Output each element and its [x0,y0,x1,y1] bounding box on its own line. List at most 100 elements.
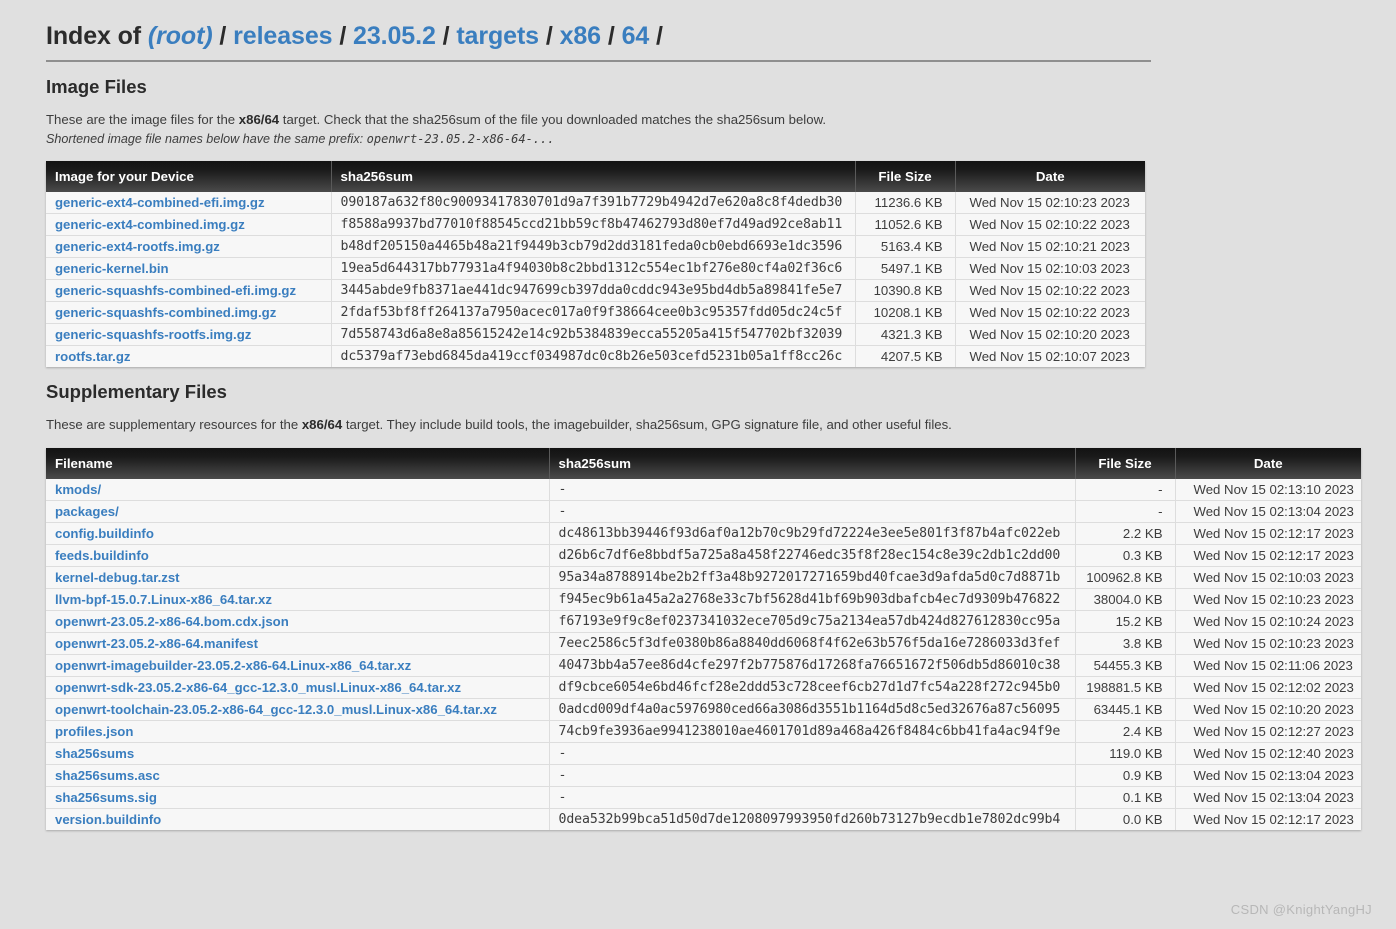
file-link[interactable]: version.buildinfo [55,812,161,827]
file-size-cell: 10208.1 KB [855,300,956,323]
file-date-cell: Wed Nov 15 02:10:23 2023 [1175,588,1361,611]
file-link[interactable]: generic-squashfs-combined-efi.img.gz [55,283,296,298]
file-link[interactable]: feeds.buildinfo [55,548,149,563]
table-row: generic-ext4-combined.img.gz f8588a9937bd… [46,212,1145,235]
table-row: openwrt-imagebuilder-23.05.2-x86-64.Linu… [46,654,1361,677]
file-link[interactable]: openwrt-23.05.2-x86-64.bom.cdx.json [55,614,289,629]
file-name-cell: generic-squashfs-combined-efi.img.gz [46,278,332,301]
supplementary-files-table: Filename sha256sum File Size Date kmods/… [46,448,1361,830]
file-link[interactable]: generic-ext4-rootfs.img.gz [55,239,220,254]
file-link[interactable]: rootfs.tar.gz [55,349,130,364]
supp-table-header-row: Filename sha256sum File Size Date [46,448,1361,479]
image-note-text: Shortened image file names below have th… [46,131,367,146]
image-desc-target: x86/64 [238,112,280,127]
sha256sum-cell: df9cbce6054e6bd46fcf28e2ddd53c728ceef6cb… [549,676,1076,699]
supp-col-hash: sha256sum [549,448,1076,479]
file-name-cell: config.buildinfo [46,522,550,545]
file-date-cell: Wed Nov 15 02:12:17 2023 [1175,544,1361,567]
file-link[interactable]: sha256sums.asc [55,768,160,783]
breadcrumb-separator: / [442,22,450,50]
sha256sum-cell: - [549,500,1076,523]
supp-desc-part2: target. They include build tools, the im… [342,416,952,432]
sha256sum-cell: - [549,786,1076,809]
file-link[interactable]: kernel-debug.tar.zst [55,570,180,585]
file-link[interactable]: generic-ext4-combined-efi.img.gz [55,195,265,210]
file-size-cell: 5163.4 KB [855,234,956,257]
file-link[interactable]: kmods/ [55,482,101,497]
file-link[interactable]: generic-squashfs-rootfs.img.gz [55,327,251,342]
breadcrumb-item-targets[interactable]: targets [456,22,539,50]
table-row: kernel-debug.tar.zst 95a34a8788914be2b2ff… [46,566,1361,589]
breadcrumb-separator: / [607,22,615,50]
table-row: rootfs.tar.gz dc5379af73ebd6845da419ccf03… [46,344,1145,367]
sha256sum-cell: 19ea5d644317bb77931a4f94030b8c2bbd1312c5… [331,256,856,279]
file-link[interactable]: sha256sums.sig [55,790,157,805]
file-link[interactable]: llvm-bpf-15.0.7.Linux-x86_64.tar.xz [55,592,272,607]
file-name-cell: openwrt-23.05.2-x86-64.bom.cdx.json [46,610,550,633]
sha256sum-cell: - [549,764,1076,787]
file-date-cell: Wed Nov 15 02:10:07 2023 [955,344,1145,367]
breadcrumb-prefix: Index of [46,22,142,50]
file-link[interactable]: generic-squashfs-combined.img.gz [55,305,276,320]
file-size-cell: 0.3 KB [1075,544,1176,567]
file-size-cell: 0.0 KB [1075,808,1176,830]
file-name-cell: version.buildinfo [46,808,550,830]
file-name-cell: openwrt-23.05.2-x86-64.manifest [46,632,550,655]
file-link[interactable]: config.buildinfo [55,526,154,541]
image-files-section: Image Files These are the image files fo… [46,76,1356,367]
breadcrumb-item-23.05.2[interactable]: 23.05.2 [353,22,436,50]
file-size-cell: 198881.5 KB [1075,676,1176,699]
sha256sum-cell: 74cb9fe3936ae9941238010ae4601701d89a468a… [549,720,1076,743]
table-row: packages/- - Wed Nov 15 02:13:04 2023 [46,500,1361,523]
supplementary-files-description: These are supplementary resources for th… [46,417,1356,434]
file-link[interactable]: openwrt-toolchain-23.05.2-x86-64_gcc-12.… [55,702,497,717]
table-row: llvm-bpf-15.0.7.Linux-x86_64.tar.xz f945e… [46,588,1361,611]
file-link[interactable]: openwrt-imagebuilder-23.05.2-x86-64.Linu… [55,658,411,673]
file-date-cell: Wed Nov 15 02:12:17 2023 [1175,808,1361,830]
table-row: profiles.json 74cb9fe3936ae9941238010ae46… [46,720,1361,743]
file-size-cell: 2.2 KB [1075,522,1176,545]
file-name-cell: generic-squashfs-combined.img.gz [46,300,332,323]
file-date-cell: Wed Nov 15 02:10:20 2023 [955,322,1145,345]
file-link[interactable]: openwrt-23.05.2-x86-64.manifest [55,636,258,651]
file-date-cell: Wed Nov 15 02:10:23 2023 [1175,632,1361,655]
file-size-cell: 11052.6 KB [855,212,956,235]
file-link[interactable]: packages/ [55,504,119,519]
file-date-cell: Wed Nov 15 02:13:10 2023 [1193,482,1354,497]
file-size-cell: 54455.3 KB [1075,654,1176,677]
breadcrumb-item-releases[interactable]: releases [233,22,332,50]
table-row: openwrt-toolchain-23.05.2-x86-64_gcc-12.… [46,698,1361,721]
file-date-cell: Wed Nov 15 02:10:22 2023 [955,212,1145,235]
image-col-date: Date [955,160,1145,192]
file-size-cell: 63445.1 KB [1075,698,1176,721]
breadcrumb-item-x86[interactable]: x86 [560,22,602,50]
image-files-table: Image for your Device sha256sum File Siz… [46,160,1145,367]
image-table-header-row: Image for your Device sha256sum File Siz… [46,160,1145,192]
file-link[interactable]: generic-ext4-combined.img.gz [55,217,245,232]
file-link[interactable]: openwrt-sdk-23.05.2-x86-64_gcc-12.3.0_mu… [55,680,461,695]
file-name-cell: generic-ext4-rootfs.img.gz [46,234,332,257]
file-date-cell: Wed Nov 15 02:10:20 2023 [1175,698,1361,721]
file-name-cell: llvm-bpf-15.0.7.Linux-x86_64.tar.xz [46,588,550,611]
breadcrumb-item-root[interactable]: (root) [148,22,213,50]
file-size-cell: 100962.8 KB [1075,566,1176,589]
supplementary-files-section: Supplementary Files These are supplement… [46,381,1361,830]
file-name-cell: generic-squashfs-rootfs.img.gz [46,322,332,345]
sha256sum-cell: 95a34a8788914be2b2ff3a48b9272017271659bd… [549,566,1076,589]
file-name-cell: generic-ext4-combined.img.gz [46,212,332,235]
supp-desc-part1: These are supplementary resources for th… [46,416,302,432]
file-link[interactable]: profiles.json [55,724,133,739]
sha256sum-cell: f8588a9937bd77010f88545ccd21bb59cf8b4746… [331,212,856,235]
file-link[interactable]: generic-kernel.bin [55,261,169,276]
file-link[interactable]: sha256sums [55,746,134,761]
table-row: generic-ext4-combined-efi.img.gz 090187a6… [46,191,1145,213]
file-name-cell: kernel-debug.tar.zst [46,566,550,589]
file-name-cell: feeds.buildinfo [46,544,550,567]
file-name-cell: sha256sums.asc [46,764,550,787]
file-size-cell: 0.9 KB [1075,764,1176,787]
file-date-cell: Wed Nov 15 02:10:03 2023 [955,256,1145,279]
file-name-cell: profiles.json [46,720,550,743]
image-files-note: Shortened image file names below have th… [46,132,1356,146]
table-row: sha256sums.sig -0.1 KB Wed Nov 15 02:13:04… [46,786,1361,809]
breadcrumb-item-64[interactable]: 64 [622,22,650,50]
